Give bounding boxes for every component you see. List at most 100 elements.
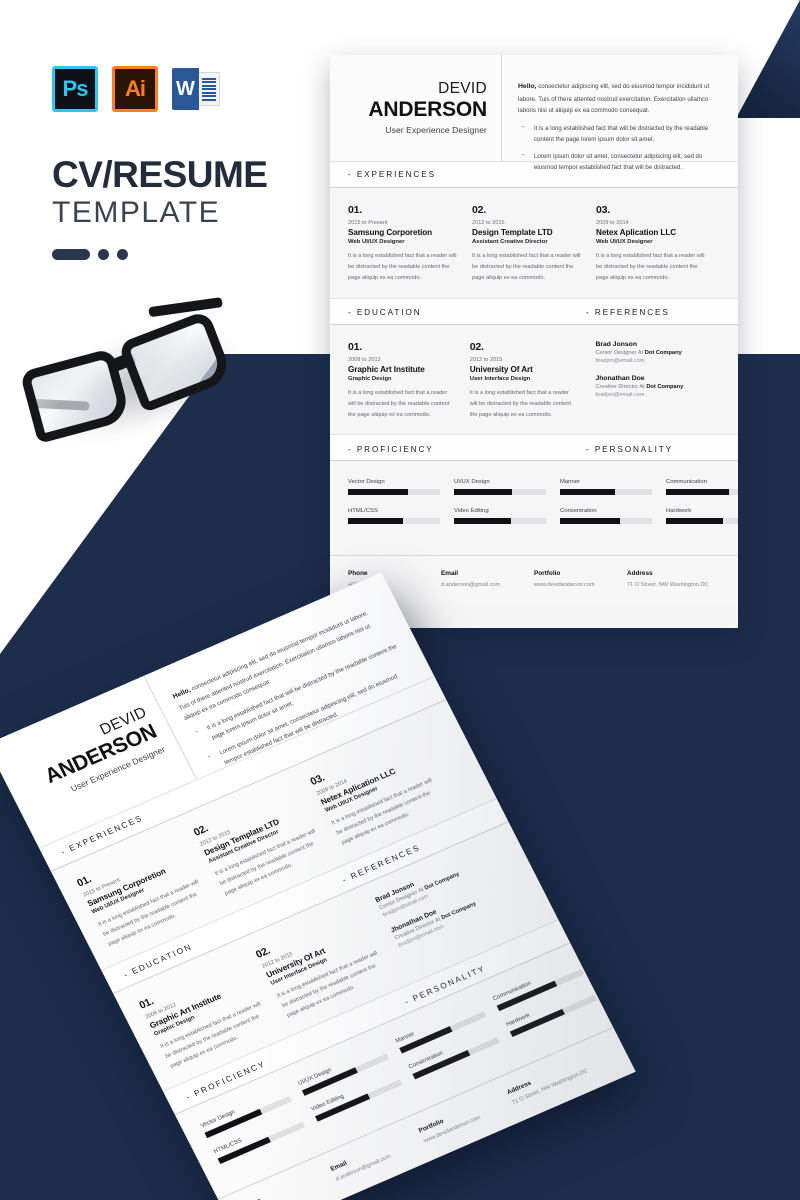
contact-label: Phone xyxy=(348,570,368,578)
resume-page-tilted: DEVID ANDERSON User Experience Designer … xyxy=(0,572,636,1200)
skill-item: Hardwork xyxy=(666,508,738,525)
skill-label: Hardwork xyxy=(666,508,692,515)
reference-role: Creative Director At Dot Company xyxy=(595,384,706,390)
experience-date: 2012 to 2015 xyxy=(472,220,505,226)
skill-item: UI/UX Design xyxy=(454,479,546,496)
skill-bar-track xyxy=(560,489,652,496)
experience-company: Design Template LTD xyxy=(472,228,553,237)
skill-bar-track xyxy=(454,518,546,525)
reference-company: Dot Company xyxy=(646,383,684,390)
resume-skills-body: Vector Design HTML/CSS UI/UX Design Vide… xyxy=(330,461,738,556)
resume-intro-bullets: It is a long established fact that will … xyxy=(518,122,720,174)
education-date: 2012 to 2015 xyxy=(469,356,503,363)
reference-email[interactable]: bradjon@email.com xyxy=(595,358,706,364)
promo-subtitle: TEMPLATE xyxy=(52,196,221,230)
resume-name-block: DEVID ANDERSON User Experience Designer xyxy=(330,55,502,161)
education-school: University Of Art xyxy=(469,364,533,374)
reference-item-2: Jhonathan Doe Creative Director At Dot C… xyxy=(595,375,706,398)
carousel-dot-active[interactable] xyxy=(52,249,90,261)
resume-last-name: ANDERSON xyxy=(368,97,487,121)
experience-company: Netex Aplication LLC xyxy=(596,228,677,237)
skill-column-2: UI/UX Design Video Editing xyxy=(454,479,560,537)
experience-position: Web UI/UX Designer xyxy=(596,239,653,245)
reference-name: Brad Jonson xyxy=(595,340,637,348)
skill-item: Video Editing xyxy=(454,508,546,525)
resume-intro-paragraph: Hello, consectetur adipiscing elit, sed … xyxy=(518,81,720,116)
reference-role-prefix: Cenior Designer At xyxy=(595,349,645,356)
education-item-2: 02. 2012 to 2015 University Of Art User … xyxy=(470,341,592,421)
skill-item: HTML/CSS xyxy=(348,508,440,525)
poster-stage: Ps Ai W CV/RESUME TEMPLATE DEVID ANDERSO… xyxy=(0,0,800,1200)
education-school: Graphic Art Institute xyxy=(348,364,425,374)
word-icon: W xyxy=(172,66,220,112)
reference-company: Dot Company xyxy=(644,349,682,356)
resume-preview-tilted: DEVID ANDERSON User Experience Designer … xyxy=(0,572,636,1200)
section-title-personality: PERSONALITY xyxy=(586,445,673,454)
experience-item-2: 02. 2012 to 2015 Design Template LTD Ass… xyxy=(472,204,596,284)
skill-bar-track xyxy=(454,489,546,496)
contact-item-portfolio: Portfolio www.devidandersor.com xyxy=(534,570,627,588)
skill-bar-fill xyxy=(454,518,512,525)
education-item-1: 01. 2008 to 2012 Graphic Art Institute G… xyxy=(348,341,470,421)
skill-label: Consentration xyxy=(560,508,597,515)
experience-date: 2009 to 2014 xyxy=(596,220,629,226)
skill-item: Manner xyxy=(560,479,652,496)
illustrator-icon-label: Ai xyxy=(125,76,146,101)
section-title-references: REFERENCES xyxy=(586,308,670,317)
skill-label: Communication xyxy=(666,479,707,486)
education-columns: 01. 2008 to 2012 Graphic Art Institute G… xyxy=(330,325,738,435)
app-format-icons: Ps Ai W xyxy=(52,66,302,112)
list-item: Lorem ipsum dolor sit amet, consectetur … xyxy=(518,150,720,174)
contact-label: Email xyxy=(441,570,459,578)
skill-bar-fill xyxy=(560,518,620,525)
contact-label: Address xyxy=(627,570,653,578)
experiences-columns: 01. 2015 to Present Samsung Corporetion … xyxy=(330,188,738,298)
resume-preview-flat: DEVID ANDERSON User Experience Designer … xyxy=(330,55,738,628)
contact-value: d.anderson@gmail.com xyxy=(441,582,501,589)
experience-item-3: 03. 2009 to 2014 Netex Aplication LLC We… xyxy=(596,204,720,284)
reference-email[interactable]: bradjon@email.com xyxy=(595,392,706,398)
reference-item-1: Brad Jonson Cenior Designer At Dot Compa… xyxy=(595,341,706,364)
skill-bar-fill xyxy=(454,489,512,496)
word-icon-page xyxy=(198,72,220,106)
reference-name: Jhonathan Doe xyxy=(595,374,645,382)
references-list: Brad Jonson Cenior Designer At Dot Compa… xyxy=(591,341,720,421)
contact-value: 71 O Street, NW Washington,DC xyxy=(627,582,709,589)
section-title-proficiency: PROFICIENCY xyxy=(348,445,434,454)
resume-page: DEVID ANDERSON User Experience Designer … xyxy=(330,55,738,628)
experience-date: 2015 to Present xyxy=(348,220,388,226)
resume-job-title: User Experience Designer xyxy=(385,124,487,135)
skill-bar-fill xyxy=(348,489,408,496)
resume-header: DEVID ANDERSON User Experience Designer … xyxy=(330,55,738,171)
list-item: It is a long established fact that will … xyxy=(518,122,720,146)
illustrator-icon: Ai xyxy=(112,66,158,112)
promo-title: CV/RESUME xyxy=(52,154,268,195)
skill-label: Video Editing xyxy=(454,508,489,515)
skill-bar-track xyxy=(348,518,440,525)
carousel-indicator[interactable] xyxy=(52,249,302,261)
skill-item: Vector Design xyxy=(348,479,440,496)
promo-block: Ps Ai W CV/RESUME TEMPLATE xyxy=(52,66,302,261)
skill-label: Vector Design xyxy=(348,479,385,486)
resume-intro-lead: Hello, xyxy=(518,83,537,90)
skill-bar-fill xyxy=(666,489,729,496)
experience-position: Web UI/UX Designer xyxy=(348,239,405,245)
education-field: Graphic Design xyxy=(348,375,392,382)
carousel-dot-3[interactable] xyxy=(117,249,128,261)
photoshop-icon: Ps xyxy=(52,66,98,112)
reference-role: Cenior Designer At Dot Company xyxy=(595,350,706,356)
skill-item: Consentration xyxy=(560,508,652,525)
experience-description: It is a long established fact that a rea… xyxy=(472,253,581,281)
experience-number: 01. xyxy=(348,204,362,216)
experience-number: 03. xyxy=(596,204,610,216)
skill-bar-fill xyxy=(348,518,404,525)
word-icon-label: W xyxy=(176,77,195,100)
education-description: It is a long established fact that a rea… xyxy=(469,389,572,418)
carousel-dot-2[interactable] xyxy=(98,249,109,261)
contact-item-address: Address 71 O Street, NW Washington,DC xyxy=(627,570,720,588)
skill-item: Communication xyxy=(666,479,738,496)
skill-label: UI/UX Design xyxy=(454,479,490,486)
experience-company: Samsung Corporetion xyxy=(348,228,433,237)
education-number: 02. xyxy=(469,340,484,353)
skill-bar-track xyxy=(666,489,738,496)
